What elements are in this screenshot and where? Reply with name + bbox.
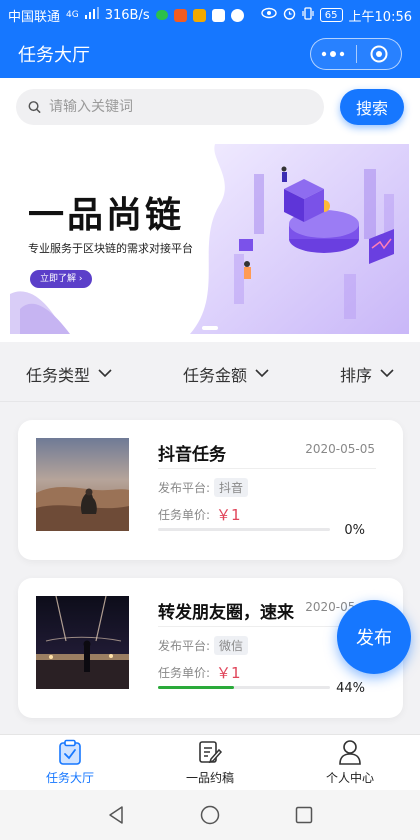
search-bar: 搜索 [0, 78, 420, 136]
app-notification-icon [173, 8, 187, 22]
task-title: 抖音任务 [158, 445, 226, 465]
bottom-tab-bar: 任务大厅 一品约稿 个人中心 [0, 734, 420, 790]
task-price: ￥1 [216, 664, 241, 682]
carrier-name: 中国联通 [8, 9, 61, 25]
price-row: 任务单价: ￥1 [158, 662, 241, 683]
carousel-indicator [201, 326, 218, 330]
eye-icon [261, 7, 277, 23]
platform-label: 发布平台: [158, 639, 211, 653]
chevron-down-icon [255, 369, 269, 378]
task-thumbnail-image [36, 596, 129, 689]
platform-label: 发布平台: [158, 481, 211, 495]
task-date: 2020-05-05 [305, 442, 375, 456]
banner-subtitle: 专业服务于区块链的需求对接平台 [28, 242, 193, 255]
publish-button[interactable]: 发布 [337, 600, 411, 674]
search-input[interactable] [48, 99, 312, 115]
progress-percent: 44% [336, 681, 365, 696]
blockchain-illustration [234, 166, 394, 319]
price-label: 任务单价: [158, 666, 211, 680]
app-notification-icon [230, 8, 244, 22]
app-notification-icon [211, 8, 225, 22]
platform-row: 发布平台: 抖音 [158, 478, 249, 497]
more-menu-button[interactable] [311, 39, 356, 69]
filter-label: 任务类型 [26, 365, 91, 385]
tab-label: 一品约稿 [185, 771, 234, 785]
task-progress-bar [158, 686, 330, 689]
clock-time: 上午10:56 [348, 9, 412, 25]
search-box[interactable] [16, 89, 324, 125]
card-divider [158, 468, 376, 469]
tab-label: 任务大厅 [45, 771, 94, 785]
task-price: ￥1 [216, 506, 241, 524]
battery-level: 65 [319, 8, 343, 22]
signal-icon [84, 7, 99, 23]
filter-label: 任务金额 [182, 365, 247, 385]
platform-row: 发布平台: 微信 [158, 636, 249, 655]
task-progress-bar [158, 528, 330, 531]
filter-bar: 任务类型 任务金额 排序 [0, 346, 420, 402]
task-thumbnail-image [36, 438, 129, 531]
home-icon[interactable] [200, 805, 220, 825]
edit-note-icon [199, 741, 223, 764]
platform-tag: 抖音 [214, 478, 249, 497]
network-type: 4G [66, 10, 79, 20]
network-speed: 316B/s [104, 7, 150, 23]
search-button[interactable]: 搜索 [340, 89, 404, 125]
app-notification-icon [192, 8, 206, 22]
alarm-icon [283, 7, 296, 24]
target-circle-icon [370, 45, 388, 63]
task-list: 抖音任务 2020-05-05 发布平台: 抖音 任务单价: ￥1 0% 转发朋… [0, 402, 420, 734]
learn-more-button[interactable]: 立即了解 › [30, 270, 93, 288]
wechat-notification-icon [155, 10, 168, 20]
progress-percent: 0% [344, 523, 365, 538]
banner-slide[interactable]: 一品尚链 专业服务于区块链的需求对接平台 立即了解 › [10, 144, 409, 334]
tab-personal-center[interactable]: 个人中心 [280, 735, 420, 790]
page-title: 任务大厅 [18, 45, 90, 66]
clipboard-icon [59, 739, 81, 765]
task-title: 转发朋友圈，速来 [158, 603, 294, 623]
platform-tag: 微信 [214, 636, 249, 655]
chevron-down-icon [380, 369, 394, 378]
search-icon [28, 101, 41, 113]
chevron-down-icon [98, 369, 112, 378]
filter-task-type[interactable]: 任务类型 [26, 362, 112, 386]
tab-task-hall[interactable]: 任务大厅 [0, 735, 140, 790]
filter-task-amount[interactable]: 任务金额 [183, 362, 269, 386]
progress-fill [158, 686, 234, 689]
vibrate-icon [302, 6, 314, 24]
tab-label: 个人中心 [325, 771, 374, 785]
user-icon [339, 740, 361, 765]
banner-title: 一品尚链 [28, 195, 185, 236]
mini-program-capsule [310, 38, 402, 70]
title-bar: 任务大厅 [0, 30, 420, 78]
back-icon[interactable] [107, 805, 125, 825]
more-dots-icon [322, 51, 345, 57]
status-bar: 中国联通 4G 316B/s 65 上午10:56 [0, 0, 420, 30]
task-card[interactable]: 抖音任务 2020-05-05 发布平台: 抖音 任务单价: ￥1 0% [18, 420, 403, 560]
banner-section: 一品尚链 专业服务于区块链的需求对接平台 立即了解 › [0, 136, 420, 342]
price-row: 任务单价: ￥1 [158, 504, 241, 525]
system-navigation-bar [0, 790, 420, 840]
filter-label: 排序 [339, 365, 372, 385]
filter-sort[interactable]: 排序 [340, 362, 394, 386]
price-label: 任务单价: [158, 508, 211, 522]
tab-yipin-order[interactable]: 一品约稿 [140, 735, 280, 790]
close-mini-program-button[interactable] [357, 39, 402, 69]
recent-apps-icon[interactable] [295, 806, 313, 824]
